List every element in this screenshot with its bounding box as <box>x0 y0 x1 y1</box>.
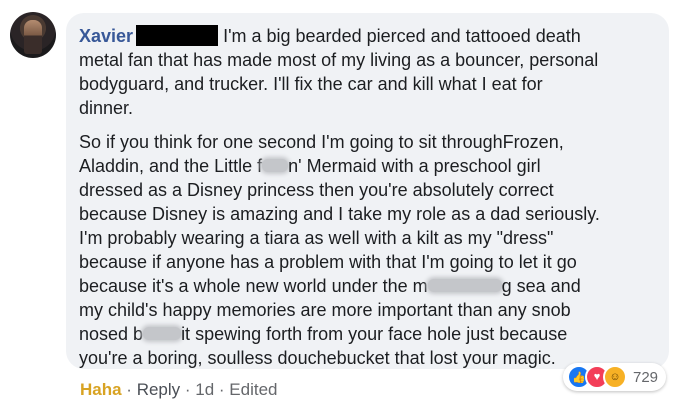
comment-actions: Haha · Reply · 1d · Edited <box>80 379 278 401</box>
timestamp-link[interactable]: 1d <box>195 380 214 399</box>
reactions-summary[interactable]: 👍 ♥ ☺ 729 <box>563 363 667 391</box>
comment-text-line: Aladdin, and the Little f <box>79 156 263 176</box>
comment-text-line: So if you think for one second I'm going… <box>79 132 564 152</box>
comment-text-line: dressed as a Disney princess then you're… <box>79 180 554 200</box>
censor-blur <box>143 327 182 340</box>
comment-text-line: nosed b <box>79 324 144 344</box>
author-name[interactable]: Xavier <box>79 26 133 46</box>
redaction-bar <box>136 25 219 46</box>
avatar-figure <box>24 20 42 54</box>
separator-dot: · <box>121 380 137 399</box>
comment-text-line: because if anyone has a problem with tha… <box>79 252 577 272</box>
comment-paragraph-1: metal fan that has made most of my livin… <box>79 48 598 120</box>
censor-blur <box>427 279 502 292</box>
comment-text-line: dinner. <box>79 98 134 118</box>
comment-text-line: you're a boring, soulless douchebucket t… <box>79 348 556 368</box>
comment-text-line: I'm probably wearing a tiara as well wit… <box>79 228 554 248</box>
censor-blur <box>262 159 289 172</box>
avatar[interactable] <box>10 12 56 58</box>
comment-text-line-1: I'm a big bearded pierced and tattooed d… <box>223 26 581 46</box>
haha-icon: ☺ <box>603 365 627 389</box>
comment-text-line: it spewing forth from your face hole jus… <box>181 324 568 344</box>
separator-dot: · <box>214 380 230 399</box>
comment-text-line: metal fan that has made most of my livin… <box>79 50 599 70</box>
comment-text-line: my child's happy memories are more impor… <box>79 300 571 320</box>
edited-label[interactable]: Edited <box>229 380 277 399</box>
reaction-count: 729 <box>633 368 659 386</box>
comment-text-line: because Disney is amazing and I take my … <box>79 204 600 224</box>
haha-reaction-button[interactable]: Haha <box>80 380 122 399</box>
comment-first-line: Xavier I'm a big bearded pierced and tat… <box>79 24 581 48</box>
separator-dot: · <box>180 380 196 399</box>
reply-button[interactable]: Reply <box>137 380 180 399</box>
comment-paragraph-2: So if you think for one second I'm going… <box>79 130 600 370</box>
comment-text-line: bodyguard, and trucker. I'll fix the car… <box>79 74 543 94</box>
comment-text-line: g sea and <box>501 276 581 296</box>
comment-text-line: because it's a whole new world under the… <box>79 276 428 296</box>
comment-text-line: n' Mermaid with a preschool girl <box>288 156 541 176</box>
